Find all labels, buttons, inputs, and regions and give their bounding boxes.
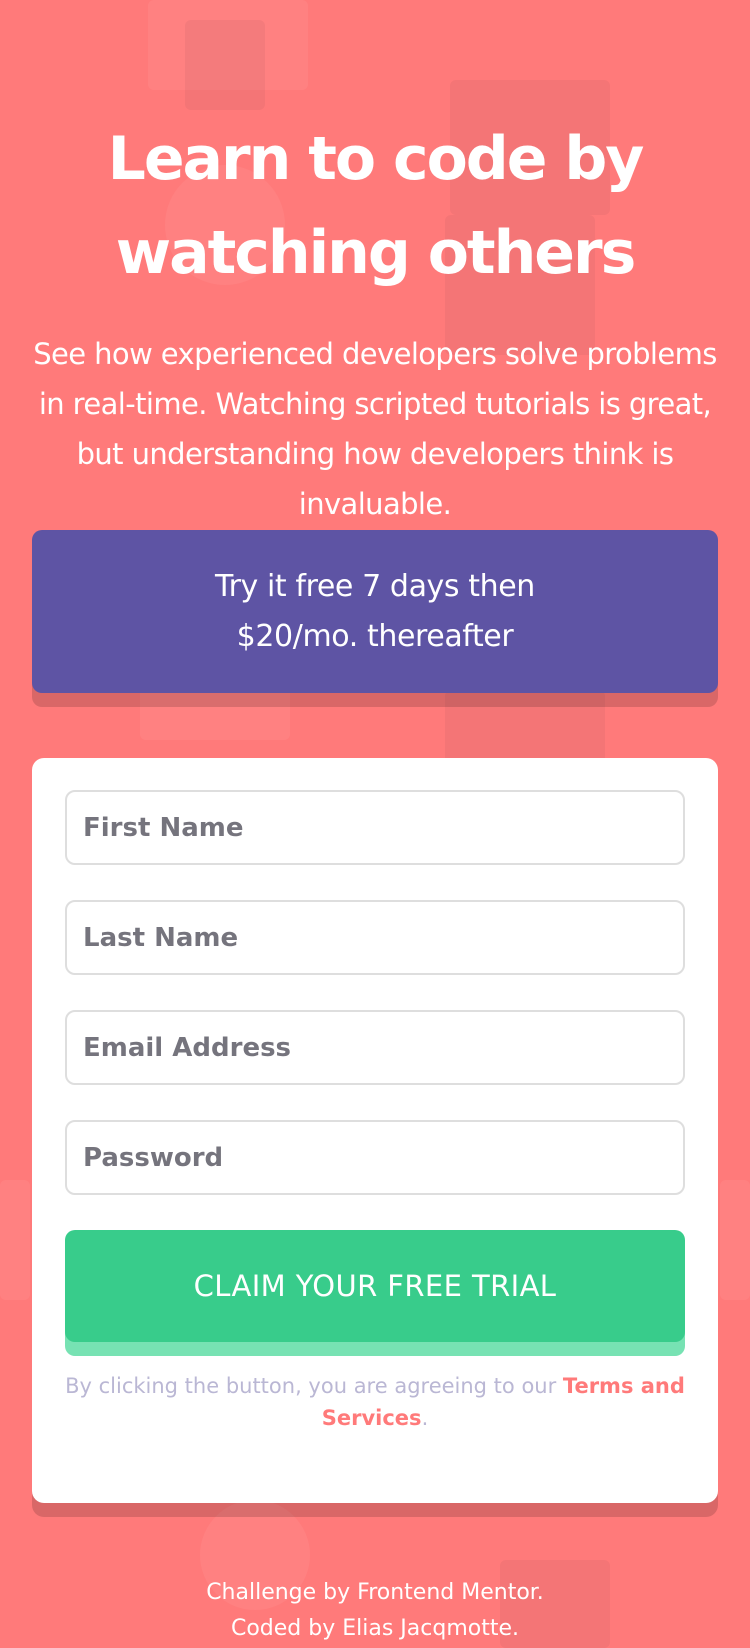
page: Learn to code by watching others See how… xyxy=(0,0,750,1648)
footer-line-2: Coded by Elias Jacqmotte. xyxy=(230,1616,520,1641)
offer-text: Try it free 7 days then $20/mo. thereaft… xyxy=(215,562,535,662)
claim-free-trial-button[interactable]: CLAIM YOUR FREE TRIAL xyxy=(65,1230,685,1342)
terms-suffix: . xyxy=(421,1406,429,1430)
offer-banner: Try it free 7 days then $20/mo. thereaft… xyxy=(32,530,718,693)
signup-form: CLAIM YOUR FREE TRIAL By clicking the bu… xyxy=(32,758,718,1503)
terms-prefix: By clicking the button, you are agreeing… xyxy=(65,1374,563,1398)
hero-title-line-2: watching others xyxy=(115,218,637,288)
footer-attribution: Challenge by Frontend Mentor. Coded by E… xyxy=(30,1575,720,1647)
hero-description: See how experienced developers solve pro… xyxy=(33,337,717,521)
password-input[interactable] xyxy=(65,1120,685,1195)
hero-title: Learn to code by watching others xyxy=(30,112,720,300)
first-name-input[interactable] xyxy=(65,790,685,865)
footer-line-1: Challenge by Frontend Mentor. xyxy=(206,1580,544,1605)
email-input[interactable] xyxy=(65,1010,685,1085)
terms-notice: By clicking the button, you are agreeing… xyxy=(65,1370,685,1434)
offer-text-line-1: Try it free 7 days then xyxy=(215,568,535,604)
last-name-input[interactable] xyxy=(65,900,685,975)
hero-title-line-1: Learn to code by xyxy=(107,124,645,194)
offer-text-line-2: $20/mo. thereafter xyxy=(236,618,514,654)
